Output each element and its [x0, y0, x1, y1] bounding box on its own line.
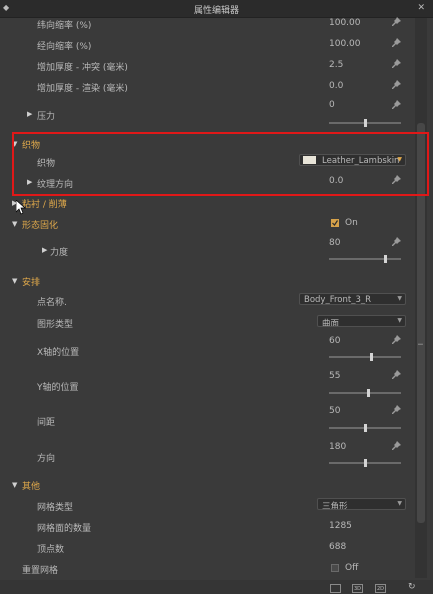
view-3d-icon[interactable]: 3D: [352, 584, 363, 593]
mesh-count-label: 网格面的数量: [37, 524, 92, 534]
strength-slider[interactable]: [329, 255, 401, 263]
mesh-type-value: 三角形: [322, 502, 348, 510]
x-position-label: X轴的位置: [37, 348, 80, 358]
direction-value[interactable]: 180: [329, 442, 346, 452]
direction-label: 方向: [37, 454, 56, 464]
pushpin-icon[interactable]: [392, 237, 402, 247]
reset-mesh-checkbox[interactable]: [331, 564, 339, 572]
highlight-box: [12, 132, 429, 196]
shape-type-dropdown[interactable]: 曲面 ▼: [317, 315, 406, 327]
slider-knob[interactable]: [384, 255, 387, 263]
section-bond[interactable]: 粘衬 / 削薄: [22, 197, 67, 210]
reset-mesh-label: 重置网格: [22, 566, 59, 576]
collapse-caret-icon[interactable]: ▼: [12, 481, 17, 489]
reset-mesh-off-label: Off: [345, 563, 359, 573]
pushpin-icon[interactable]: [392, 100, 402, 110]
strength-value[interactable]: 80: [329, 238, 340, 248]
warp-shrink-value[interactable]: 100.00: [329, 39, 361, 49]
thickness-collision-value[interactable]: 2.5: [329, 60, 343, 70]
y-position-slider[interactable]: [329, 389, 401, 397]
pushpin-icon[interactable]: [392, 38, 402, 48]
gap-label: 间距: [37, 418, 56, 428]
point-name-label: 点名称.: [37, 298, 67, 308]
scrollbar[interactable]: ━: [415, 18, 427, 578]
weft-shrink-label: 纬向缩率 (%): [37, 21, 92, 31]
pushpin-icon[interactable]: [392, 335, 402, 345]
mesh-type-label: 网格类型: [37, 503, 74, 513]
dropdown-arrow-icon: ▼: [397, 500, 402, 507]
dropdown-arrow-icon: ▼: [397, 317, 402, 324]
pushpin-icon[interactable]: [392, 370, 402, 380]
pushpin-icon[interactable]: [392, 59, 402, 69]
pushpin-icon[interactable]: [392, 80, 402, 90]
expand-caret-icon[interactable]: ▶: [27, 110, 32, 118]
strength-label: 力度: [50, 248, 69, 258]
slider-knob[interactable]: [367, 389, 370, 397]
view-1d-icon[interactable]: [330, 584, 341, 593]
view-2d-icon[interactable]: 2D: [375, 584, 386, 593]
solidify-checkbox[interactable]: [331, 219, 339, 227]
pushpin-icon[interactable]: [392, 441, 402, 451]
direction-slider[interactable]: [329, 459, 401, 467]
vertex-count-label: 顶点数: [37, 545, 65, 555]
shape-type-label: 图形类型: [37, 320, 74, 330]
weft-shrink-value[interactable]: 100.00: [329, 18, 361, 28]
scroll-grip-icon: ━: [418, 340, 423, 349]
warp-shrink-label: 经向缩率 (%): [37, 42, 92, 52]
y-position-label: Y轴的位置: [37, 383, 79, 393]
pressure-value[interactable]: 0: [329, 100, 335, 110]
mesh-type-dropdown[interactable]: 三角形 ▼: [317, 498, 406, 510]
x-position-value[interactable]: 60: [329, 336, 340, 346]
vertex-count-value: 688: [329, 542, 347, 552]
x-position-slider[interactable]: [329, 353, 401, 361]
bottom-toolbar: [0, 580, 433, 594]
collapse-caret-icon[interactable]: ▼: [12, 220, 17, 228]
checkmark-icon: [332, 220, 338, 226]
window-title: 属性编辑器: [193, 6, 239, 16]
slider-knob[interactable]: [364, 119, 367, 127]
collapse-caret-icon[interactable]: ▼: [12, 277, 17, 285]
pressure-label: 压力: [37, 112, 56, 122]
pushpin-icon[interactable]: [392, 405, 402, 415]
solidify-on-label: On: [345, 218, 358, 228]
refresh-icon[interactable]: ↻: [408, 582, 416, 592]
close-icon[interactable]: ✕: [417, 3, 425, 13]
gap-slider[interactable]: [329, 424, 401, 432]
slider-knob[interactable]: [364, 424, 367, 432]
point-name-value: Body_Front_3_R: [304, 295, 372, 305]
thickness-render-label: 增加厚度 - 渲染 (毫米): [37, 84, 128, 94]
section-arrangement[interactable]: 安排: [22, 275, 40, 288]
mouse-cursor-icon: [16, 200, 26, 215]
title-bar: ◆ 属性编辑器 ✕: [0, 0, 433, 18]
y-position-value[interactable]: 55: [329, 371, 340, 381]
shape-type-value: 曲面: [322, 319, 340, 327]
dropdown-arrow-icon: ▼: [397, 295, 402, 302]
pressure-slider[interactable]: [329, 119, 401, 127]
section-solidify[interactable]: 形态固化: [22, 218, 58, 231]
thickness-collision-label: 增加厚度 - 冲突 (毫米): [37, 63, 128, 73]
point-name-dropdown[interactable]: Body_Front_3_R ▼: [299, 293, 406, 305]
mesh-count-value: 1285: [329, 521, 352, 531]
gap-value[interactable]: 50: [329, 406, 340, 416]
slider-knob[interactable]: [364, 459, 367, 467]
expand-caret-icon[interactable]: ▶: [42, 246, 47, 254]
pushpin-icon[interactable]: [392, 17, 402, 27]
slider-knob[interactable]: [370, 353, 373, 361]
thickness-render-value[interactable]: 0.0: [329, 81, 343, 91]
section-other[interactable]: 其他: [22, 479, 40, 492]
